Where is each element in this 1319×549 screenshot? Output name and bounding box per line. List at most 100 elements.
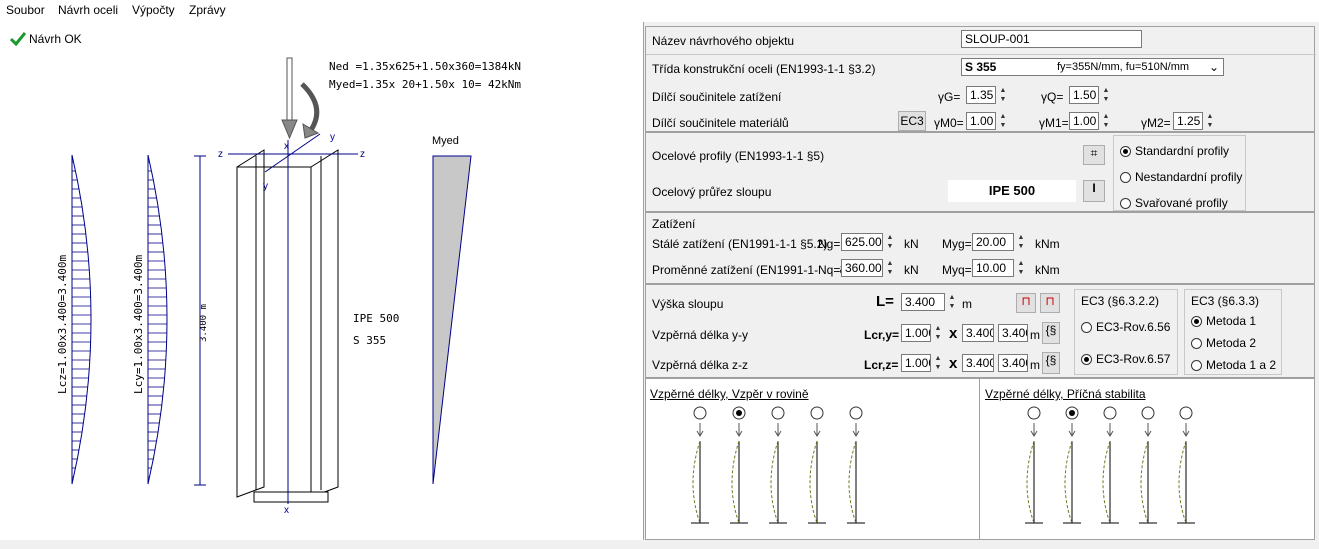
normal-force-arrow [281,57,298,140]
gamma-g-input[interactable]: 1.35 [966,86,996,104]
radio-metoda-1[interactable]: Metoda 1 [1191,314,1256,328]
lateral-scheme-option-1[interactable] [1025,406,1043,524]
lcrz-factor-spinner[interactable]: ▲ ▼ [932,354,944,372]
ec3-button[interactable]: EC3 [898,111,926,131]
height-input[interactable]: 3.400 [901,293,945,311]
myg-spinner[interactable]: ▲ ▼ [1015,233,1027,251]
lcrz-unit: m [1030,358,1040,372]
lcrz-times: x [949,355,958,372]
axis-z-right: z [360,149,365,160]
perm-label: Stálé zatížení (EN1991-1-1 §5.2) [652,237,828,251]
menu-zpravy[interactable]: Zprávy [189,3,226,17]
steel-class-select[interactable]: S 355 fy=355N/mm, fu=510N/mm ⌄ [961,58,1224,76]
gamma-m1-spinner[interactable]: ▲ ▼ [1100,112,1112,130]
myed-label: Myed [432,135,459,147]
axis-y-top: y [330,132,335,143]
menu-navrh-oceli[interactable]: Návrh oceli [58,3,118,17]
pinned-frame-button[interactable]: ⊓ [1016,293,1036,313]
myq-spinner[interactable]: ▲ ▼ [1015,259,1027,277]
buckling-calc-icon: {§ [1045,353,1057,367]
gamma-m0-spinner[interactable]: ▲ ▼ [997,112,1009,130]
radio-metoda-1-2[interactable]: Metoda 1 a 2 [1191,358,1276,372]
in-plane-scheme-option-2[interactable] [730,406,748,524]
radio-nonstandard[interactable]: Nestandardní profily [1120,170,1242,184]
in-plane-scheme-option-4[interactable] [808,406,826,524]
radio-rov-656-label: EC3-Rov.6.56 [1096,320,1171,334]
profile-db-icon: ⌗ [1090,146,1098,160]
lateral-schemes [1025,406,1195,524]
gamma-q-spinner[interactable]: ▲ ▼ [1100,86,1112,104]
axis-x-bottom: x [284,505,289,516]
section-select-button[interactable]: I [1083,180,1105,202]
myq-input[interactable]: 10.00 [972,259,1014,277]
gamma-q-input[interactable]: 1.50 [1069,86,1099,104]
ng-label: Ng= [818,237,841,251]
in-plane-panel: Vzpěrné délky, Vzpěr v rovině [646,379,980,539]
lcrz-result: 3.400 [998,354,1028,372]
lcry-length: 3.400 [962,324,994,342]
in-plane-scheme-option-5[interactable] [847,406,865,524]
ng-input[interactable]: 625.00 [841,233,883,251]
profile-type-group: Standardní profily Nestandardní profily … [1113,135,1246,211]
radio-welded[interactable]: Svařované profily [1120,196,1228,210]
radio-nonstandard-label: Nestandardní profily [1135,170,1243,184]
menu-bar: Soubor Návrh oceli Výpočty Zprávy [0,0,1319,22]
column-drawing: z z y y x x Ned =1.35x625+1.50x360=1384k… [56,57,521,516]
in-plane-schemes [691,406,865,524]
gamma-m1-input[interactable]: 1.00 [1069,112,1099,130]
lcy-buckling-diagram [147,154,168,485]
ec3-6322-title: EC3 (§6.3.2.2) [1081,294,1160,308]
myg-input[interactable]: 20.00 [972,233,1014,251]
nq-spinner[interactable]: ▲ ▼ [884,259,896,277]
ec3-6322-group: EC3 (§6.3.2.2) EC3-Rov.6.56 EC3-Rov.6.57 [1074,289,1178,375]
radio-metoda-1-2-label: Metoda 1 a 2 [1206,358,1277,372]
section-label: Ocelový průřez sloupu [652,185,772,199]
menu-soubor[interactable]: Soubor [6,3,45,17]
lateral-panel: Vzpěrné délky, Příčná stabilita [981,379,1314,539]
height-spinner[interactable]: ▲ ▼ [946,293,958,311]
lateral-scheme-option-3[interactable] [1101,406,1119,524]
in-plane-scheme-option-3[interactable] [769,406,787,524]
radio-rov-656[interactable]: EC3-Rov.6.56 [1081,320,1170,334]
height-label: Výška sloupu [652,297,724,311]
sway-frame-button[interactable]: ⊓ [1040,293,1060,313]
profiles-section: Ocelové profily (EN1993-1-1 §5) ⌗ Ocelov… [645,132,1315,212]
in-plane-scheme-option-1[interactable] [691,406,709,524]
lcry-factor-input[interactable]: 1.000 [901,324,931,342]
lcry-times: x [949,325,958,342]
gamma-m2-input[interactable]: 1.25 [1173,112,1203,130]
radio-rov-657-label: EC3-Rov.6.57 [1096,352,1171,366]
radio-metoda-2[interactable]: Metoda 2 [1191,336,1256,350]
lcry-calc-button[interactable]: {§ [1042,322,1060,344]
lcrz-calc-button[interactable]: {§ [1042,352,1060,374]
i-beam-icon: I [1092,181,1096,195]
gamma-g-spinner[interactable]: ▲ ▼ [997,86,1009,104]
steel-class-props: fy=355N/mm, fu=510N/mm [1057,61,1190,73]
lateral-scheme-option-5[interactable] [1177,406,1195,524]
ng-unit: kN [904,237,919,251]
lateral-scheme-option-4[interactable] [1139,406,1157,524]
mat-factors-label: Dílčí součinitele materiálů [652,116,789,130]
gamma-m0-input[interactable]: 1.00 [966,112,996,130]
menu-vypocty[interactable]: Výpočty [132,3,175,17]
gamma-m2-spinner[interactable]: ▲ ▼ [1204,112,1216,130]
axis-x-top: x [284,141,289,152]
height-label: 3.400 m [199,304,209,342]
lateral-scheme-option-2[interactable] [1063,406,1081,524]
lcrz-factor-input[interactable]: 1.000 [901,354,931,372]
nq-unit: kN [904,263,919,277]
radio-standard[interactable]: Standardní profily [1120,144,1229,158]
lcry-result: 3.400 [998,324,1028,342]
myg-unit: kNm [1035,237,1060,251]
radio-rov-657[interactable]: EC3-Rov.6.57 [1081,352,1170,366]
chevron-down-icon: ⌄ [1208,60,1219,74]
nq-input[interactable]: 360.00 [841,259,883,277]
lcz-buckling-diagram [71,154,92,485]
gamma-g-label: γG= [938,90,961,104]
ng-spinner[interactable]: ▲ ▼ [884,233,896,251]
name-input[interactable]: SLOUP-001 [961,30,1142,48]
buckling-schemes-section: Vzpěrné délky, Vzpěr v rovině Vzpěrné dé… [645,378,1315,540]
lcry-factor-spinner[interactable]: ▲ ▼ [932,324,944,342]
profile-db-button[interactable]: ⌗ [1083,145,1105,165]
steel-class-value: S 355 [965,60,997,74]
